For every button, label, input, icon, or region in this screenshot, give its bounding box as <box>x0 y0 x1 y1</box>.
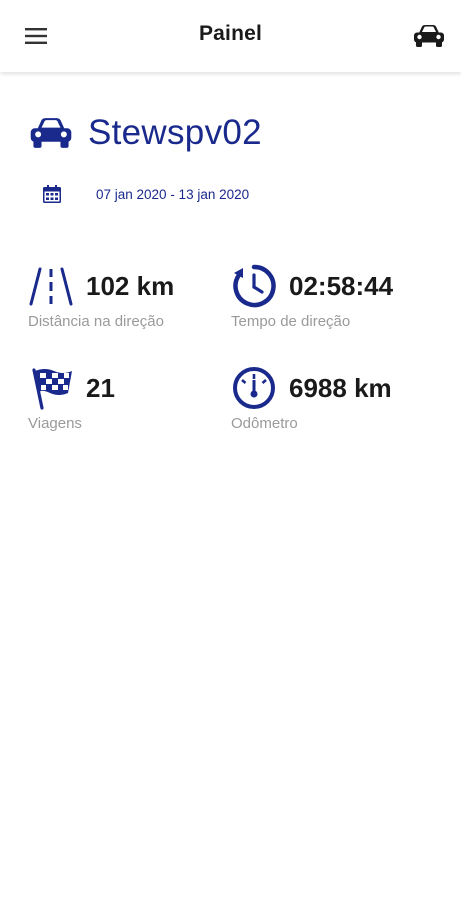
vehicle-select-button[interactable] <box>407 14 451 58</box>
stat-trips: 21 Viagens <box>28 365 228 432</box>
stat-label: Distância na direção <box>28 313 164 330</box>
car-icon <box>414 25 444 47</box>
stat-label: Odômetro <box>231 415 298 432</box>
stat-value: 21 <box>86 372 115 403</box>
date-range[interactable]: 07 jan 2020 - 13 jan 2020 <box>42 181 249 207</box>
app-screen: Painel Stewspv02 07 jan 2020 - 13 jan 20… <box>0 0 461 900</box>
speedometer-icon <box>233 367 275 409</box>
vehicle-header: Stewspv02 <box>28 108 262 158</box>
date-range-text: 07 jan 2020 - 13 jan 2020 <box>96 186 250 202</box>
stat-driving-time: 02:58:44 Tempo de direção <box>231 263 431 330</box>
stat-value: 102 km <box>86 270 175 301</box>
page-title: Painel <box>198 22 263 45</box>
car-icon <box>30 118 72 148</box>
calendar-icon <box>43 185 61 203</box>
road-icon <box>29 267 73 306</box>
stat-odometer: 6988 km Odômetro <box>231 365 431 432</box>
stat-value: 6988 km <box>289 372 392 403</box>
vehicle-name: Stewspv02 <box>88 113 262 152</box>
stat-label: Tempo de direção <box>231 313 351 330</box>
checkered-flag-icon <box>32 368 72 410</box>
app-bar: Painel <box>0 0 461 72</box>
stat-value: 02:58:44 <box>289 270 394 301</box>
stat-label: Viagens <box>28 415 82 432</box>
stat-distance: 102 km Distância na direção <box>28 263 228 330</box>
clock-icon <box>233 264 276 308</box>
